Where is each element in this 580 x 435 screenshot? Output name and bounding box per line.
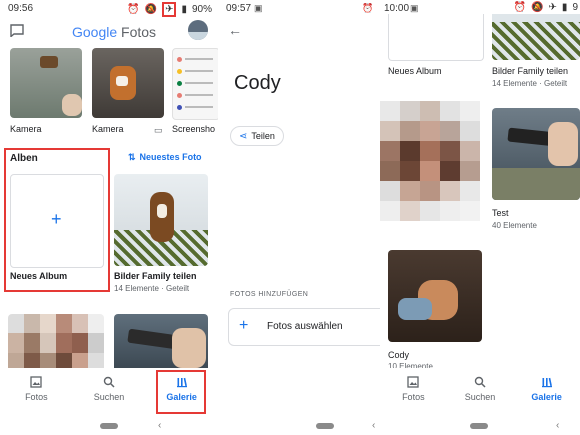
highlight-galerie [156,370,206,414]
image-icon: ▣ [410,3,419,13]
library-icon [541,377,552,388]
photo-icon [407,376,419,388]
album-subtitle: 14 Elemente · Geteilt [492,79,568,88]
album-thumb-family[interactable] [492,14,580,60]
folder-thumb-camera-2[interactable] [92,48,164,118]
album-title: Test [492,208,509,218]
back-gesture-icon[interactable]: ‹ [372,420,375,431]
nav-label: Suchen [464,392,496,402]
nav-label: Fotos [402,392,425,402]
folder-label: Screensho [172,124,216,134]
nav-fotos[interactable]: Fotos [6,368,66,420]
logo-fotos: Fotos [121,24,157,40]
app-logo: Google Fotos [72,24,156,40]
new-album-card[interactable] [388,14,484,61]
battery-icon: ▮ [181,4,187,15]
search-icon [474,376,486,388]
nav-label: Galerie [531,392,562,402]
status-time: 09:57 [226,3,252,14]
nav-galerie[interactable]: Galerie [517,368,577,420]
album-thumb-pixelated[interactable] [8,314,104,372]
album-thumb-family[interactable] [114,174,208,266]
silent-icon: 🔕 [144,4,158,15]
album-title: Cody [388,350,410,360]
screenshot-icon: ▭ [154,125,163,135]
album-title: Bilder Family teilen [492,66,569,76]
airplane-icon: ✈ [548,2,557,13]
back-gesture-icon[interactable]: ‹ [556,420,559,431]
album-thumb-test[interactable] [492,108,580,200]
new-album-screen: 09:57 ▣ ⏰ ← Cody ⋖ Teilen FOTOS HINZUFÜG… [218,0,380,435]
share-button[interactable]: ⋖ Teilen [230,126,284,146]
chat-icon[interactable] [10,24,24,42]
avatar[interactable] [188,20,208,40]
share-icon: ⋖ [239,130,248,142]
section-label: FOTOS HINZUFÜGEN [230,291,309,298]
home-pill[interactable] [316,423,334,429]
album-thumb-test[interactable] [114,314,208,372]
airplane-icon: ✈ [162,2,177,17]
logo-google: Google [72,24,118,40]
battery-icon: ▮ [561,2,568,13]
album-thumb-cody[interactable] [388,250,482,342]
plus-icon: + [239,317,249,334]
bottom-nav: Fotos Suchen Galerie [380,368,580,420]
status-time: 10:00 [384,3,410,14]
search-icon [103,376,115,388]
alarm-icon: ⏰ [362,3,374,13]
folder-label: Kamera [92,124,124,134]
home-pill[interactable] [470,423,488,429]
back-arrow-icon[interactable]: ← [228,22,242,38]
gallery-screen: 09:56 ⏰ 🔕 ✈ ▮ 90% Google Fotos Kamera Ka… [0,0,218,435]
share-label: Teilen [251,131,275,141]
album-subtitle: 14 Elemente · Geteilt [114,284,190,293]
folder-thumb-screenshots[interactable] [172,48,218,120]
album-name-input[interactable]: Cody [234,72,281,95]
folder-label: Kamera [10,124,42,134]
alarm-icon: ⏰ [127,4,140,15]
highlight-albums [4,148,110,292]
nav-suchen[interactable]: Suchen [79,368,139,420]
album-thumb-pixelated[interactable] [380,101,480,221]
select-photos-button[interactable]: + Fotos auswählen [228,308,380,346]
album-title: Neues Album [388,66,442,76]
nav-label: Suchen [93,392,125,402]
sort-icon: ⇅ [128,152,136,162]
photo-icon [30,376,42,388]
alarm-icon: ⏰ [513,2,527,13]
folder-thumb-camera-1[interactable] [10,48,82,118]
select-photos-label: Fotos auswählen [267,321,343,332]
status-bar: 09:57 ▣ ⏰ [218,0,380,16]
albums-grid-screen: 10:00 ▣ ⏰ 🔕 ✈ ▮ 9 Neues Album Bilder Fam… [380,0,580,435]
battery-level: 9 [572,2,578,13]
gesture-bar: ‹ [0,420,218,435]
image-icon: ▣ [254,3,263,13]
home-pill[interactable] [100,423,118,429]
nav-label: Fotos [25,392,48,402]
status-time: 09:56 [8,3,34,14]
status-bar: 09:56 ⏰ 🔕 ✈ ▮ 90% [0,0,218,17]
nav-fotos[interactable]: Fotos [383,368,443,420]
nav-suchen[interactable]: Suchen [450,368,510,420]
newest-photo-label: Neuestes Foto [139,152,202,162]
gesture-bar: ‹ [218,420,380,435]
gesture-bar: ‹ [380,420,580,435]
silent-icon: 🔕 [531,2,544,13]
newest-photo-link[interactable]: ⇅ Neuestes Foto [128,152,202,163]
album-subtitle: 40 Elemente [492,221,537,230]
album-title: Bilder Family teilen [114,271,197,281]
battery-level: 90% [191,4,212,15]
back-gesture-icon[interactable]: ‹ [158,420,161,431]
